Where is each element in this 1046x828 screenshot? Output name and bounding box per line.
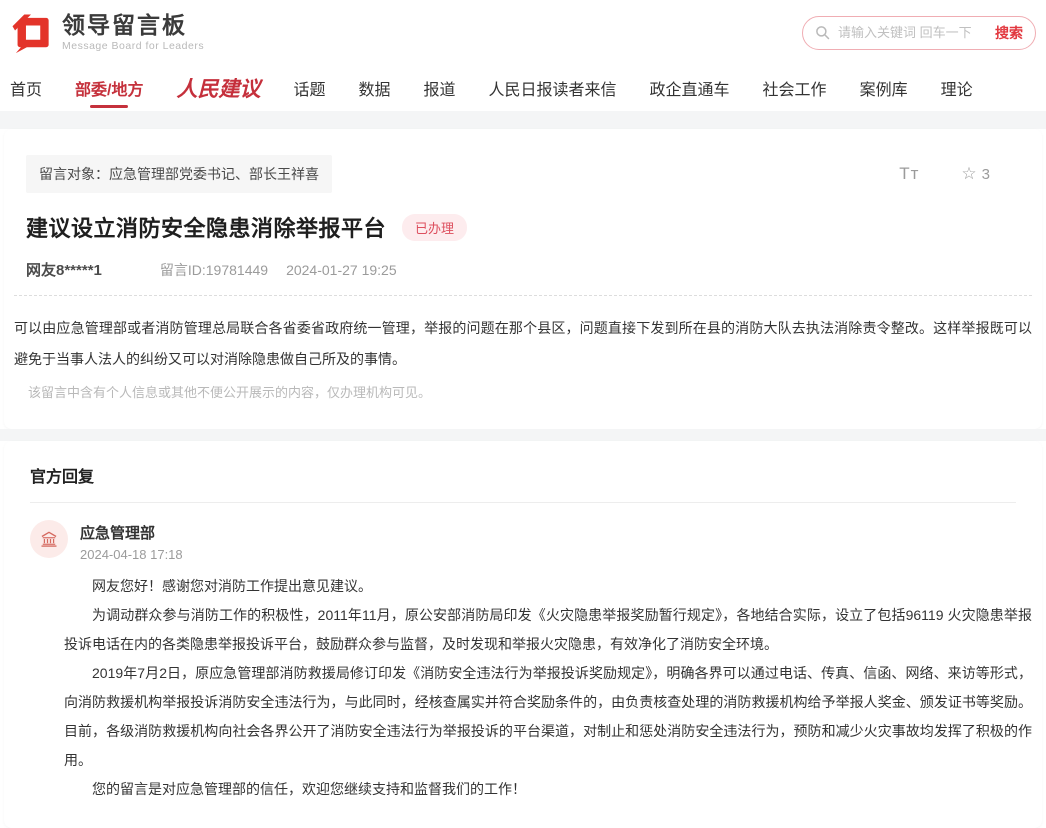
reply-paragraph: 您的留言是对应急管理部的信任，欢迎您继续支持和监督我们的工作！	[64, 775, 1032, 804]
reply-body: 网友您好！感谢您对消防工作提出意见建议。 为调动群众参与消防工作的积极性，201…	[64, 572, 1032, 804]
message-id: 留言ID:19781449	[160, 260, 268, 280]
message-title: 建议设立消防安全隐患消除举报平台	[26, 211, 386, 243]
site-logo[interactable]: 领导留言板 Message Board for Leaders	[10, 12, 204, 54]
dashed-divider	[14, 295, 1032, 296]
nav-item-theory[interactable]: 理论	[941, 65, 973, 111]
search-box[interactable]: 搜索	[802, 16, 1036, 50]
site-header: 领导留言板 Message Board for Leaders 搜索	[0, 0, 1046, 65]
logo-subtitle: Message Board for Leaders	[62, 40, 204, 52]
section-gap	[0, 111, 1046, 129]
nav-item-social-work[interactable]: 社会工作	[763, 65, 827, 111]
logo-title: 领导留言板	[62, 13, 204, 38]
government-building-icon	[39, 529, 59, 549]
reply-section-title: 官方回复	[4, 463, 1042, 487]
favorite-count: 3	[982, 166, 990, 183]
message-author: 网友8*****1	[26, 259, 102, 280]
message-target-tag: 留言对象：应急管理部党委书记、部长王祥喜	[26, 155, 332, 193]
nav-item-reports[interactable]: 报道	[424, 65, 456, 111]
privacy-note: 该留言中含有个人信息或其他不便公开展示的内容，仅办理机构可见。	[28, 382, 1032, 401]
nav-item-home[interactable]: 首页	[10, 65, 42, 111]
search-input[interactable]	[838, 25, 995, 40]
reply-paragraph: 网友您好！感谢您对消防工作提出意见建议。	[64, 572, 1032, 601]
message-body: 可以由应急管理部或者消防管理总局联合各省委省政府统一管理，举报的问题在那个县区，…	[14, 313, 1032, 375]
message-card: 留言对象：应急管理部党委书记、部长王祥喜 Tт ☆ 3 建议设立消防安全隐患消除…	[4, 129, 1042, 429]
nav-item-gov-enterprise[interactable]: 政企直通车	[650, 65, 730, 111]
section-gap	[0, 429, 1046, 441]
official-reply-card: 官方回复 应急管理部 2024-04-18 17:18 网友您好！感谢您对消防工…	[4, 441, 1042, 828]
reply-paragraph: 为调动群众参与消防工作的积极性，2011年11月，原公安部消防局印发《火灾隐患举…	[64, 601, 1032, 659]
reply-date: 2024-04-18 17:18	[80, 547, 183, 562]
font-size-toggle[interactable]: Tт	[899, 164, 919, 184]
reply-paragraph: 2019年7月2日，原应急管理部消防救援局修订印发《消防安全违法行为举报投诉奖励…	[64, 659, 1032, 775]
nav-item-people-suggestions[interactable]: 人民建议	[176, 65, 260, 111]
favorite-button[interactable]: ☆ 3	[961, 164, 990, 184]
divider	[30, 502, 1016, 503]
nav-item-data[interactable]: 数据	[358, 65, 390, 111]
nav-item-case-library[interactable]: 案例库	[860, 65, 908, 111]
message-board-logo-icon	[10, 12, 52, 54]
star-icon: ☆	[961, 164, 976, 184]
search-button[interactable]: 搜索	[995, 23, 1023, 43]
reply-agency-name: 应急管理部	[80, 522, 183, 543]
agency-avatar	[30, 520, 68, 558]
main-nav: 首页 部委/地方 人民建议 话题 数据 报道 人民日报读者来信 政企直通车 社会…	[0, 65, 1046, 111]
nav-item-topics[interactable]: 话题	[293, 65, 325, 111]
message-date: 2024-01-27 19:25	[286, 262, 397, 278]
nav-item-reader-letters[interactable]: 人民日报读者来信	[489, 65, 617, 111]
search-icon	[815, 25, 830, 40]
status-badge: 已办理	[402, 214, 467, 241]
nav-item-ministries-local[interactable]: 部委/地方	[75, 65, 143, 111]
